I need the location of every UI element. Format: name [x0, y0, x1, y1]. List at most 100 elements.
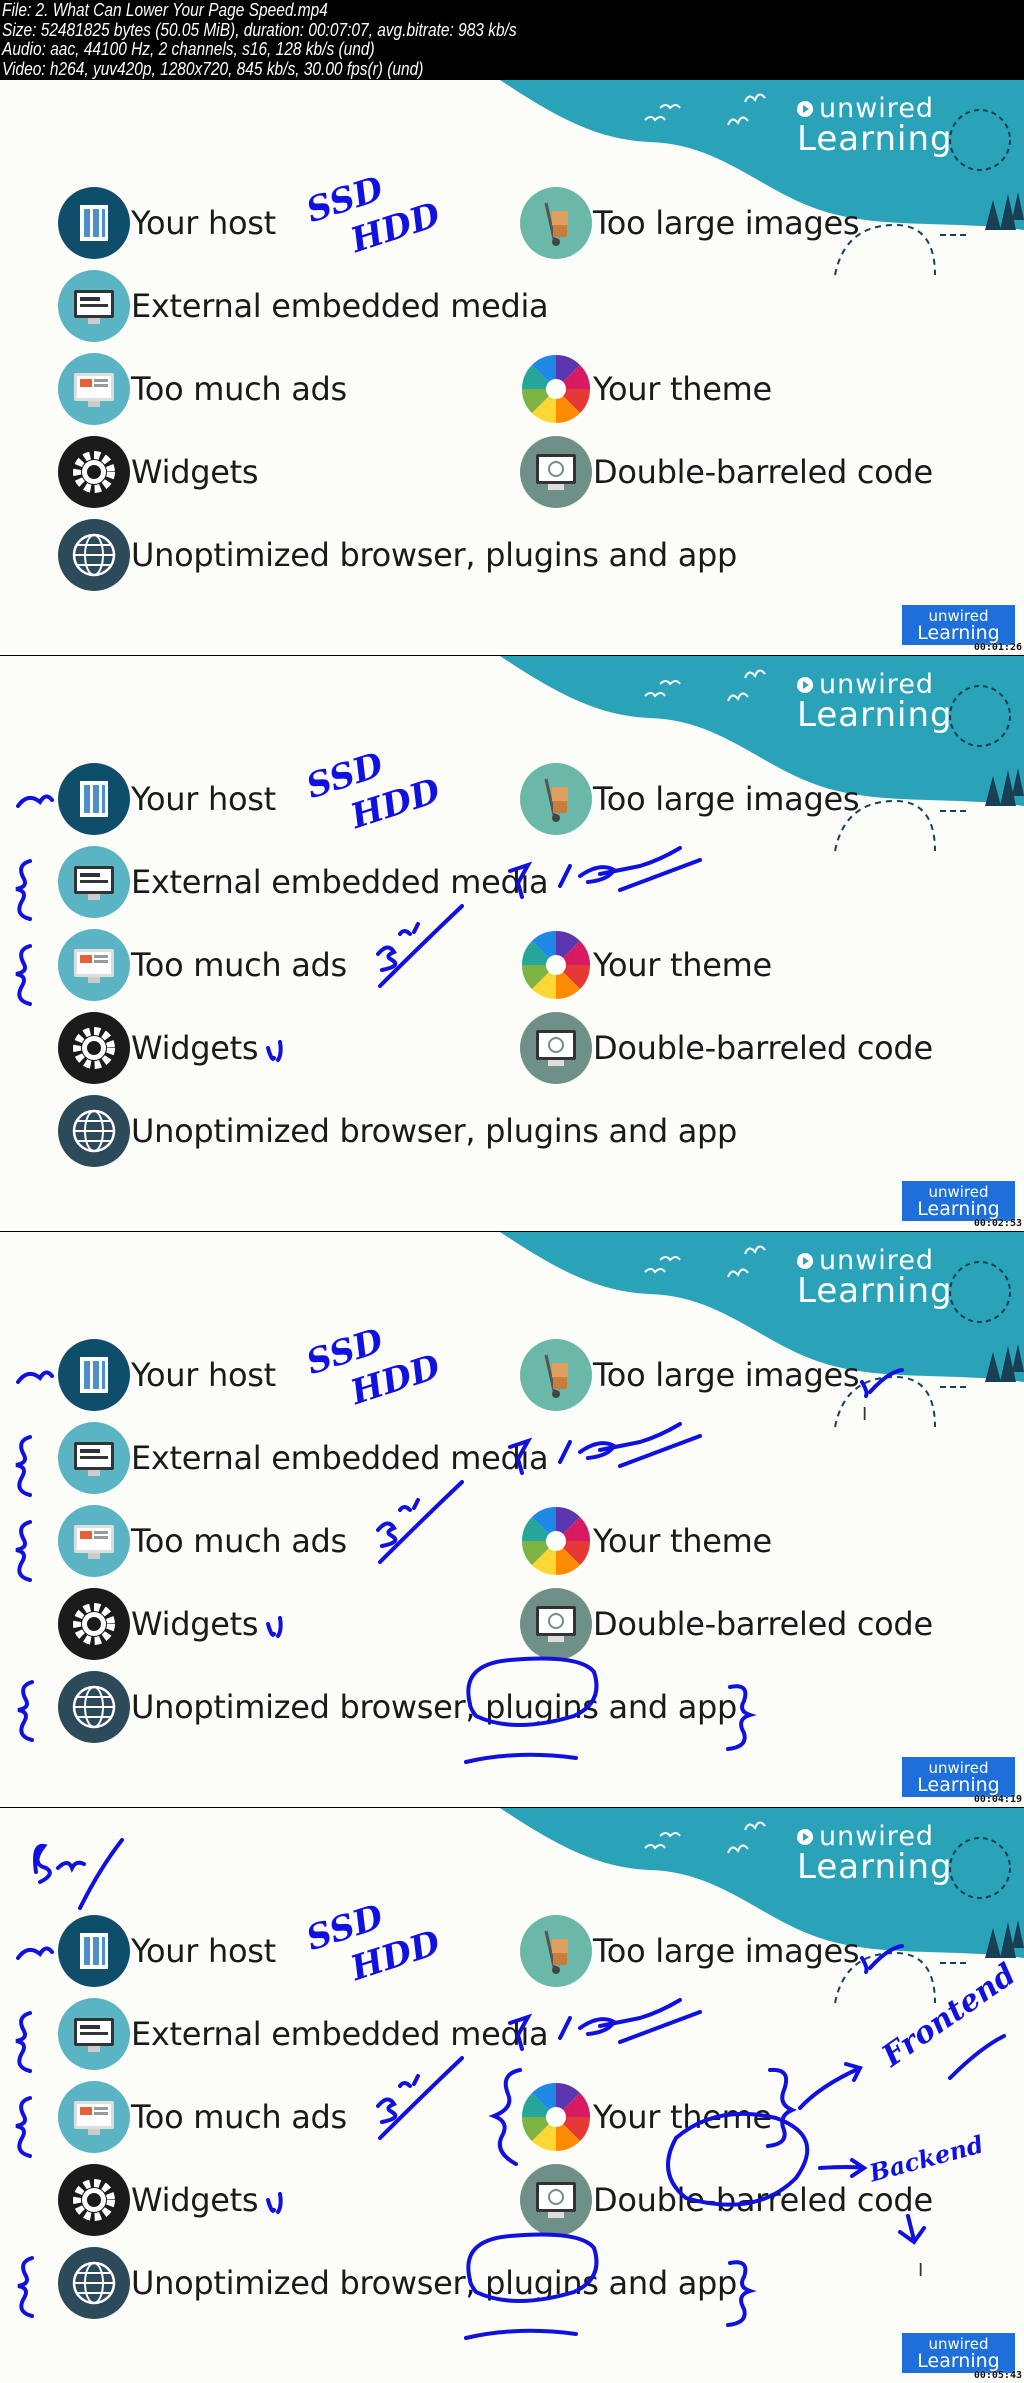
- play-icon: [797, 101, 813, 117]
- topic-label: External embedded media: [131, 1439, 549, 1477]
- topic-label: Double-barreled code: [593, 453, 933, 491]
- topic-label: Too much ads: [131, 1522, 347, 1560]
- logo-line2: Learning: [797, 695, 953, 735]
- server-icon: [58, 1339, 130, 1411]
- monitor-media-icon: [58, 270, 130, 342]
- topic-item: Unoptimized browser, plugins and app: [58, 519, 737, 591]
- topic-item: Unoptimized browser, plugins and app: [58, 1095, 737, 1167]
- topic-item: Your theme: [520, 353, 772, 425]
- ads-scribble: [376, 1480, 464, 1564]
- topic-label: Your theme: [593, 2098, 772, 2136]
- topic-item: External embedded media: [58, 270, 549, 342]
- monitor-ads-icon: [58, 353, 130, 425]
- hand-truck-icon: [520, 763, 592, 835]
- monitor-ads-icon: [58, 1505, 130, 1577]
- file-info-line: Audio: aac, 44100 Hz, 2 channels, s16, 1…: [2, 39, 375, 59]
- unwired-learning-logo: unwired Learning: [797, 1246, 953, 1311]
- brace-ads: [15, 2096, 32, 2158]
- brace-media: [15, 2011, 32, 2073]
- topic-label: Too large images: [593, 1932, 860, 1970]
- color-wheel-icon: [520, 1505, 592, 1577]
- brace-ads: [15, 1520, 32, 1582]
- widgets-check: [266, 1040, 283, 1062]
- topic-item: Unoptimized browser, plugins and app: [58, 1671, 737, 1743]
- topic-label: Too large images: [593, 1356, 860, 1394]
- topic-label: Widgets: [131, 1605, 259, 1643]
- unwired-learning-logo: unwired Learning: [797, 670, 953, 735]
- hand-truck-icon: [520, 187, 592, 259]
- topic-label: Double-barreled code: [593, 1029, 933, 1067]
- topic-label: External embedded media: [131, 2015, 549, 2053]
- topic-item: Too large images: [520, 1339, 860, 1411]
- frame-timestamp: 00:04:19: [973, 1794, 1022, 1805]
- topic-label: Too large images: [593, 780, 860, 818]
- topic-item: Widgets: [58, 2164, 259, 2236]
- file-info-line: Size: 52481825 bytes (50.05 MiB), durati…: [2, 19, 517, 40]
- video-frame: unwired Learning unwired Learning 00:02:53…: [0, 656, 1024, 1231]
- monitor-media-icon: [58, 846, 130, 918]
- frame-timestamp: 00:05:43: [973, 2370, 1022, 2381]
- unwired-learning-logo: unwired Learning: [797, 94, 953, 159]
- gear-icon: [58, 1588, 130, 1660]
- topic-item: Your host: [58, 1339, 276, 1411]
- topic-label: Double-barreled code: [593, 2181, 933, 2219]
- topic-item: Too much ads: [58, 929, 347, 1001]
- badge-line2: Learning: [917, 622, 1000, 644]
- monitor-media-icon: [58, 1422, 130, 1494]
- server-icon: [58, 187, 130, 259]
- topic-label: Widgets: [131, 1029, 259, 1067]
- monitor-ads-icon: [58, 2081, 130, 2153]
- globe-icon: [58, 1095, 130, 1167]
- topic-label: Your theme: [593, 370, 772, 408]
- topic-label: Your theme: [593, 946, 772, 984]
- topic-label: Too large images: [593, 204, 860, 242]
- color-wheel-icon: [520, 353, 592, 425]
- widgets-check: [266, 2192, 283, 2214]
- logo-line2: Learning: [797, 119, 953, 159]
- topic-item: Too large images: [520, 763, 860, 835]
- topic-item: Your host: [58, 187, 276, 259]
- play-icon: [797, 1253, 813, 1269]
- topic-label: Too much ads: [131, 370, 347, 408]
- brace-media: [15, 1435, 32, 1497]
- topic-label: Widgets: [131, 2181, 259, 2219]
- topic-item: Your theme: [520, 929, 772, 1001]
- monitor-code-icon: [520, 436, 592, 508]
- color-wheel-icon: [520, 929, 592, 1001]
- topic-item: Unoptimized browser, plugins and app: [58, 2247, 737, 2319]
- topic-item: External embedded media: [58, 1422, 549, 1494]
- monitor-code-icon: [520, 1588, 592, 1660]
- logo-line2: Learning: [797, 1271, 953, 1311]
- play-icon: [797, 677, 813, 693]
- globe-icon: [58, 1671, 130, 1743]
- topic-item: Too large images: [520, 187, 860, 259]
- video-frame: unwired Learning unwired Learning 00:04:19…: [0, 1232, 1024, 1807]
- topic-label: External embedded media: [131, 863, 549, 901]
- topic-item: External embedded media: [58, 1998, 549, 2070]
- brace-browser: [17, 1680, 34, 1742]
- topic-item: Double-barreled code: [520, 1012, 933, 1084]
- topic-label: Double-barreled code: [593, 1605, 933, 1643]
- topic-item: Double-barreled code: [520, 436, 933, 508]
- ads-scribble: [376, 2056, 464, 2140]
- topic-item: Your theme: [520, 1505, 772, 1577]
- topic-item: Your host: [58, 1915, 276, 1987]
- gear-icon: [58, 1012, 130, 1084]
- server-icon: [58, 1915, 130, 1987]
- topic-label: Your host: [131, 780, 276, 818]
- color-wheel-icon: [520, 2081, 592, 2153]
- play-icon: [797, 1829, 813, 1845]
- text-cursor-icon: I: [862, 1404, 868, 1425]
- brace-browser: [17, 2256, 34, 2318]
- topic-label: Too much ads: [131, 946, 347, 984]
- widgets-check: [266, 1616, 283, 1638]
- frame-timestamp: 00:01:26: [973, 642, 1022, 653]
- monitor-ads-icon: [58, 929, 130, 1001]
- globe-icon: [58, 2247, 130, 2319]
- text-cursor-icon: I: [918, 2260, 924, 2281]
- gear-icon: [58, 436, 130, 508]
- topic-item: Widgets: [58, 1588, 259, 1660]
- logo-line2: Learning: [797, 1847, 953, 1887]
- unwired-learning-badge: unwired Learning: [902, 605, 1015, 645]
- gear-icon: [58, 2164, 130, 2236]
